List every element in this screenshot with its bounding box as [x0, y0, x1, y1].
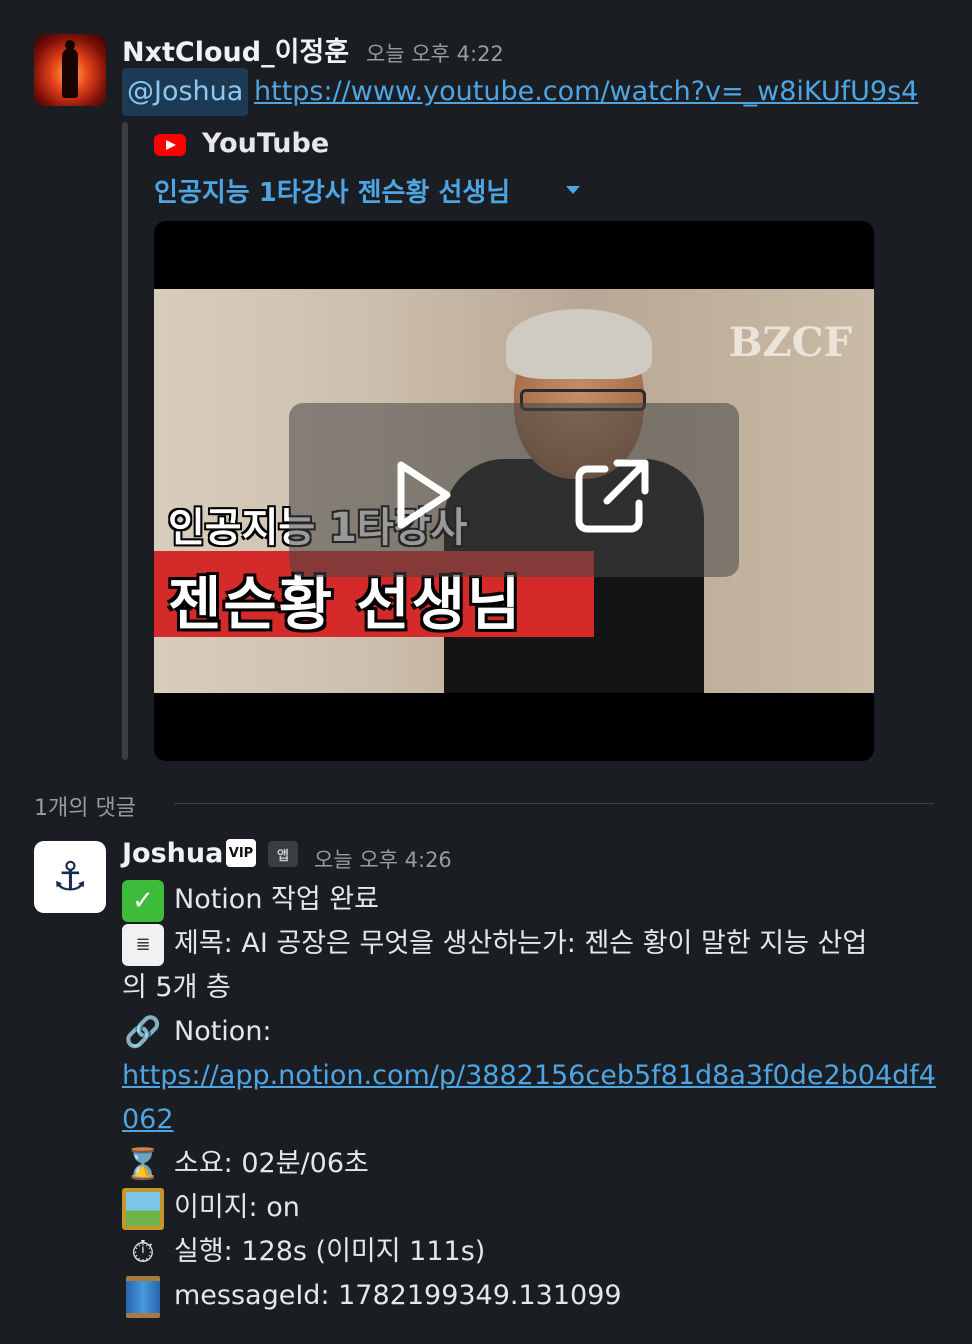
youtube-link[interactable]: https://www.youtube.com/watch?v=_w8iKUfU…: [254, 76, 918, 107]
message-time[interactable]: 오늘 오후 4:22: [366, 38, 504, 68]
vip-badge: VIP: [226, 839, 256, 867]
framed-picture-icon: [122, 1187, 164, 1230]
hourglass-icon: ⌛: [124, 1146, 162, 1182]
thread-divider: [174, 803, 934, 804]
avatar-nxtcloud[interactable]: [34, 34, 106, 106]
notion-label: Notion:: [174, 1016, 272, 1047]
message-time[interactable]: 오늘 오후 4:26: [314, 844, 452, 874]
title-line: ≣ 제목: AI 공장은 무엇을 생산하는가: 젠슨 황이 말한 지능 산업: [122, 922, 867, 966]
exec-text: 실행: 128s (이미지 111s): [174, 1236, 486, 1267]
receipt-icon: ≣: [122, 923, 164, 966]
youtube-logo-icon: [154, 134, 186, 156]
author-name[interactable]: Joshua: [122, 838, 223, 869]
exec-line: ⏱ 실행: 128s (이미지 111s): [122, 1230, 485, 1274]
chevron-down-icon[interactable]: [566, 186, 580, 194]
check-mark-icon: ✓: [122, 879, 164, 922]
notion-link-continued[interactable]: 062: [122, 1098, 174, 1142]
fire-figure-avatar: [62, 40, 78, 98]
video-player[interactable]: BZCF 인공지능 1타강사 젠슨황 선생님: [154, 221, 874, 761]
user-mention[interactable]: @Joshua: [122, 68, 249, 116]
link-icon: 🔗: [124, 1014, 162, 1050]
app-badge: 앱: [268, 841, 298, 867]
image-text: 이미지: on: [174, 1192, 300, 1223]
stopwatch-icon: ⏱: [131, 1234, 155, 1270]
video-controls-overlay: [289, 403, 739, 577]
title-text: 제목: AI 공장은 무엇을 생산하는가: 젠슨 황이 말한 지능 산업: [174, 928, 868, 959]
anchor-icon: ⚓: [52, 854, 88, 900]
channel-watermark: BZCF: [728, 319, 852, 366]
notion-link[interactable]: https://app.notion.com/p/3882156ceb5f81d…: [122, 1054, 936, 1098]
status-line: ✓ Notion 작업 완료: [122, 878, 379, 922]
external-link-icon[interactable]: [571, 455, 653, 537]
avatar-joshua[interactable]: ⚓: [34, 841, 106, 913]
message-id-text: messageId: 1782199349.131099: [174, 1280, 622, 1311]
duration-text: 소요: 02분/06초: [174, 1148, 369, 1179]
thread-spool-icon: [126, 1275, 160, 1318]
reply-count[interactable]: 1개의 댓글: [34, 790, 136, 822]
duration-line: ⌛ 소요: 02분/06초: [122, 1142, 369, 1186]
attachment-title[interactable]: 인공지능 1타강사 젠슨황 선생님: [154, 172, 510, 209]
play-icon[interactable]: [379, 455, 459, 535]
notion-label-line: 🔗 Notion:: [122, 1010, 272, 1054]
attachment-provider: YouTube: [202, 128, 330, 159]
image-line: 이미지: on: [122, 1186, 300, 1230]
title-line-continued: 의 5개 층: [122, 972, 231, 1003]
message-id-line: messageId: 1782199349.131099: [122, 1274, 622, 1318]
status-text: Notion 작업 완료: [174, 884, 379, 915]
author-name[interactable]: NxtCloud_이정훈: [122, 30, 349, 69]
attachment-border: [122, 122, 128, 760]
